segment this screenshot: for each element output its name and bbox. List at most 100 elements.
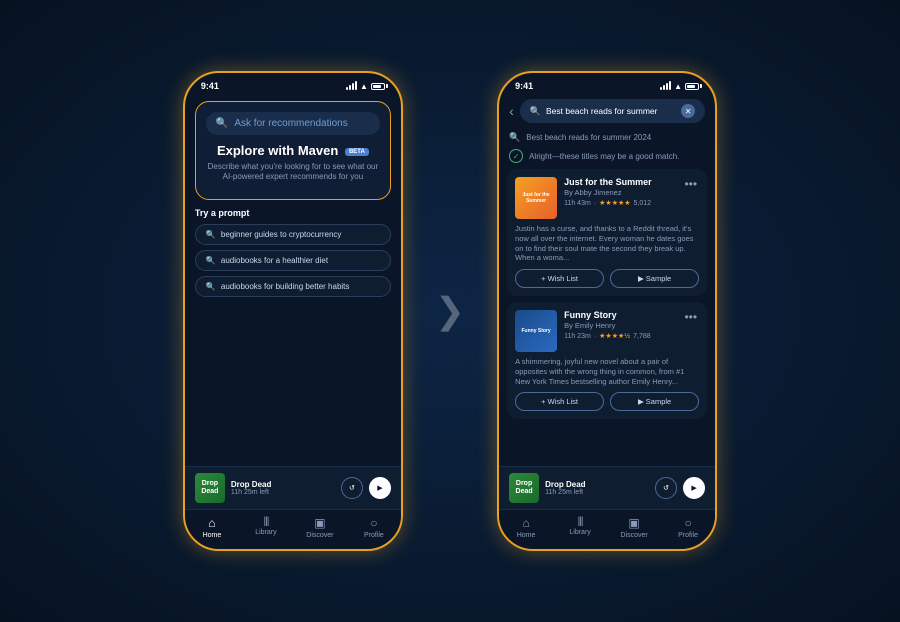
now-playing-subtitle-2: 11h 25m left [545,489,649,496]
prompt-text-2: audiobooks for a healthier diet [221,256,328,265]
check-icon: ✓ [509,149,523,163]
book-title-2: Funny Story [564,310,675,320]
book-card-1: Just for the Summer Just for the Summer … [507,169,707,296]
book-cover-2: Funny Story [515,310,557,352]
nav-profile-label-1: Profile [364,532,384,539]
signal-icon-2 [660,82,671,90]
prompt-search-icon-2: 🔍 [206,256,216,265]
play-btn-2[interactable]: ▶ [683,477,705,499]
book-author-2: By Emily Henry [564,321,675,330]
maven-badge: BETA [345,148,369,156]
book-description-2: A shimmering, joyful new novel about a p… [515,357,699,386]
search-bar-filled[interactable]: 🔍 Best beach reads for summer ✕ [520,99,705,123]
book-card-2: Funny Story Funny Story By Emily Henry 1… [507,302,707,419]
now-playing-bar-1: Drop Dead Drop Dead 11h 25m left ↺ ▶ [185,466,401,509]
phone-1: 9:41 ▲ 🔍 Ask for recommendations [183,71,403,551]
book-card-2-header: Funny Story Funny Story By Emily Henry 1… [515,310,699,352]
book-rating-count-2: 7,788 [633,333,651,340]
query-text: Best beach reads for summer 2024 [526,133,651,142]
book-rating-1: ★★★★★ [599,199,630,207]
time-display: 9:41 [201,81,219,91]
maven-search-placeholder: Ask for recommendations [234,118,347,129]
prompt-btn-3[interactable]: 🔍 audiobooks for building better habits [195,276,391,297]
book-duration-2: 11h 23m [564,333,591,340]
try-prompt-label: Try a prompt [195,208,391,218]
skip-back-btn[interactable]: ↺ [341,477,363,499]
skip-back-btn-2[interactable]: ↺ [655,477,677,499]
nav-library-1[interactable]: ||| Library [239,516,293,539]
nav-profile-1[interactable]: ○ Profile [347,516,401,539]
nav-profile-2[interactable]: ○ Profile [661,516,715,539]
maven-title: Explore with Maven BETA [206,143,380,158]
library-icon-2: ||| [578,516,583,527]
notch [258,73,328,91]
now-playing-info: Drop Dead 11h 25m left [231,480,335,496]
nav-home-label-1: Home [203,532,222,539]
status-icons: ▲ [346,82,385,91]
profile-icon-2: ○ [684,516,691,530]
clear-search-btn[interactable]: ✕ [681,104,695,118]
phone2-content: ‹ 🔍 Best beach reads for summer ✕ 🔍 Best… [499,95,715,549]
wish-list-btn-1[interactable]: + Wish List [515,269,604,288]
prompt-btn-2[interactable]: 🔍 audiobooks for a healthier diet [195,250,391,271]
nav-library-2[interactable]: ||| Library [553,516,607,539]
battery-icon [371,83,385,90]
sample-btn-2[interactable]: ▶ Sample [610,392,699,411]
maven-description: Describe what you're looking for to see … [206,162,380,183]
book-stats-2: 11h 23m · ★★★★½ 7,788 [564,332,675,340]
back-button[interactable]: ‹ [509,103,514,119]
nav-profile-label-2: Profile [678,532,698,539]
nav-discover-1[interactable]: ▣ Discover [293,516,347,539]
bottom-nav-1: ⌂ Home ||| Library ▣ Discover ○ Profile [185,509,401,549]
book-meta-2: Funny Story By Emily Henry 11h 23m · ★★★… [564,310,675,352]
nav-discover-label-2: Discover [620,532,647,539]
home-icon-2: ⌂ [522,516,529,530]
books-list: Just for the Summer Just for the Summer … [499,169,715,466]
now-playing-title-2: Drop Dead [545,480,649,489]
book-duration-1: 11h 43m [564,200,591,207]
more-options-btn-1[interactable]: ••• [682,177,699,219]
time-display-2: 9:41 [515,81,533,91]
nav-home-1[interactable]: ⌂ Home [185,516,239,539]
search-icon-filled: 🔍 [530,106,541,117]
discover-icon: ▣ [314,516,325,530]
now-playing-controls: ↺ ▶ [341,477,391,499]
home-icon: ⌂ [208,516,215,530]
maven-search-bar[interactable]: 🔍 Ask for recommendations [206,112,380,135]
book-description-1: Justin has a curse, and thanks to a Redd… [515,224,699,263]
now-playing-cover-2: Drop Dead [509,473,539,503]
book-actions-1: + Wish List ▶ Sample [515,269,699,288]
drop-dead-cover-art: Drop Dead [195,473,225,503]
nav-home-2[interactable]: ⌂ Home [499,516,553,539]
just-for-summer-art: Just for the Summer [515,177,557,219]
query-row: 🔍 Best beach reads for summer 2024 [499,129,715,146]
search-bar-top: ‹ 🔍 Best beach reads for summer ✕ [499,95,715,129]
book-actions-2: + Wish List ▶ Sample [515,392,699,411]
prompt-text-1: beginner guides to cryptocurrency [221,230,342,239]
query-search-icon: 🔍 [509,132,520,143]
library-icon: ||| [264,516,269,527]
play-btn[interactable]: ▶ [369,477,391,499]
prompt-text-3: audiobooks for building better habits [221,282,350,291]
prompt-search-icon-3: 🔍 [206,282,216,291]
notch-2 [572,73,642,91]
more-options-btn-2[interactable]: ••• [682,310,699,352]
now-playing-subtitle: 11h 25m left [231,489,335,496]
now-playing-controls-2: ↺ ▶ [655,477,705,499]
funny-story-art: Funny Story [515,310,557,352]
search-icon: 🔍 [216,118,228,129]
now-playing-info-2: Drop Dead 11h 25m left [545,480,649,496]
prompt-search-icon-1: 🔍 [206,230,216,239]
book-rating-2: ★★★★½ [599,332,630,340]
prompt-btn-1[interactable]: 🔍 beginner guides to cryptocurrency [195,224,391,245]
status-icons-2: ▲ [660,82,699,91]
phones-container: 9:41 ▲ 🔍 Ask for recommendations [183,71,717,551]
sample-btn-1[interactable]: ▶ Sample [610,269,699,288]
phone-2: 9:41 ▲ ‹ 🔍 Best beach re [497,71,717,551]
try-prompt-section: Try a prompt 🔍 beginner guides to crypto… [185,208,401,302]
book-title-1: Just for the Summer [564,177,675,187]
discover-icon-2: ▣ [628,516,639,530]
nav-discover-2[interactable]: ▣ Discover [607,516,661,539]
wish-list-btn-2[interactable]: + Wish List [515,392,604,411]
nav-discover-label-1: Discover [306,532,333,539]
